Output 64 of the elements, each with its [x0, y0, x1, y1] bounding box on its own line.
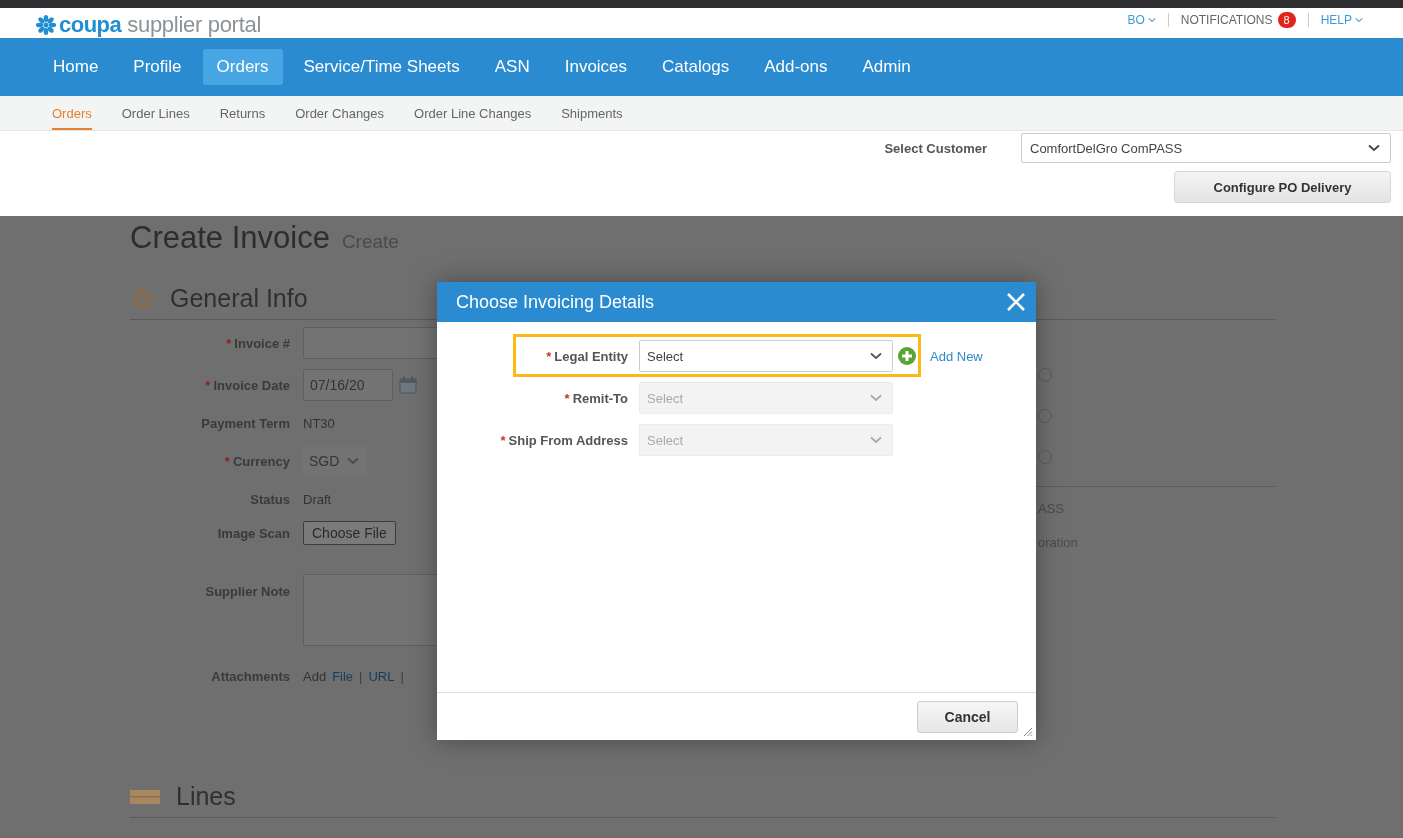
sub-nav-tab[interactable]: Returns [219, 96, 266, 130]
choose-file-button[interactable]: Choose File [303, 521, 396, 545]
nav-tab[interactable]: Orders [202, 49, 283, 85]
required-marker: * [564, 390, 570, 406]
page-title: Create Invoice [130, 220, 330, 256]
date-field[interactable]: 07/16/20 [303, 369, 393, 401]
chevron-down-icon [347, 457, 359, 465]
section-heading: General Info [170, 284, 308, 313]
configure-po-delivery-button[interactable]: Configure PO Delivery [1174, 171, 1391, 203]
sub-nav-tab[interactable]: Orders [52, 96, 92, 130]
required-marker: * [226, 335, 232, 351]
select-customer-label: Select Customer [884, 140, 987, 156]
help-menu[interactable]: HELP [1320, 13, 1363, 27]
add-new-link[interactable]: Add New [930, 348, 983, 364]
nav-tab[interactable]: Service/Time Sheets [289, 49, 474, 85]
nav-tab[interactable]: Profile [119, 49, 196, 85]
link-separator: | [359, 668, 363, 684]
chevron-down-icon [870, 352, 882, 360]
add-label: Add [303, 668, 327, 684]
logo-product-text: supplier portal [127, 12, 261, 38]
section-heading: Lines [176, 782, 236, 811]
sub-nav-tab[interactable]: Order Lines [121, 96, 190, 130]
lines-icon [130, 789, 160, 804]
chevron-down-icon [870, 394, 882, 402]
customer-select[interactable]: ComfortDelGro ComPASS [1021, 133, 1391, 163]
field-value: NT30 [303, 415, 335, 431]
gear-icon [130, 286, 154, 311]
nav-tab[interactable]: ASN [480, 49, 544, 85]
dropdown-select[interactable]: Select [639, 340, 893, 372]
currency-select[interactable]: SGD [303, 445, 367, 477]
required-marker: * [205, 377, 211, 393]
required-marker: * [500, 432, 506, 448]
field-label: Ship From Address [508, 432, 628, 448]
notifications-link[interactable]: NOTIFICATIONS [1180, 13, 1273, 27]
close-icon[interactable] [1006, 292, 1026, 312]
calendar-icon [399, 376, 417, 394]
plus-circle-icon [898, 347, 916, 365]
cancel-button[interactable]: Cancel [917, 700, 1018, 733]
logo-brand-text: coupa [59, 12, 122, 38]
nav-tab[interactable]: Add-ons [750, 49, 842, 85]
sub-nav-tab[interactable]: Order Line Changes [414, 96, 532, 130]
nav-tab[interactable]: Invoices [550, 49, 642, 85]
dialog-title: Choose Invoicing Details [456, 291, 655, 313]
resize-grip-icon [1023, 727, 1033, 737]
nav-tab[interactable]: Admin [848, 49, 925, 85]
field-label: Remit-To [572, 390, 628, 406]
link-separator: | [400, 668, 404, 684]
field-label: Legal Entity [554, 348, 628, 364]
logo-flower-icon [35, 14, 57, 36]
chevron-down-icon [1147, 17, 1156, 23]
chevron-down-icon [870, 436, 882, 444]
chevron-down-icon [1355, 17, 1363, 23]
required-marker: * [546, 348, 552, 364]
user-menu[interactable]: BO [1127, 13, 1156, 27]
nav-tab[interactable]: Home [39, 49, 113, 85]
field-value: Draft [303, 491, 332, 507]
chevron-down-icon [1368, 144, 1380, 152]
sub-nav-tab[interactable]: Order Changes [295, 96, 385, 130]
nav-tab[interactable]: Catalogs [648, 49, 744, 85]
required-marker: * [224, 453, 230, 469]
attachment-link[interactable]: URL [368, 668, 395, 684]
attachment-link[interactable]: File [332, 668, 354, 684]
sub-nav-tab[interactable]: Shipments [561, 96, 623, 130]
notification-count-badge: 8 [1277, 12, 1296, 28]
